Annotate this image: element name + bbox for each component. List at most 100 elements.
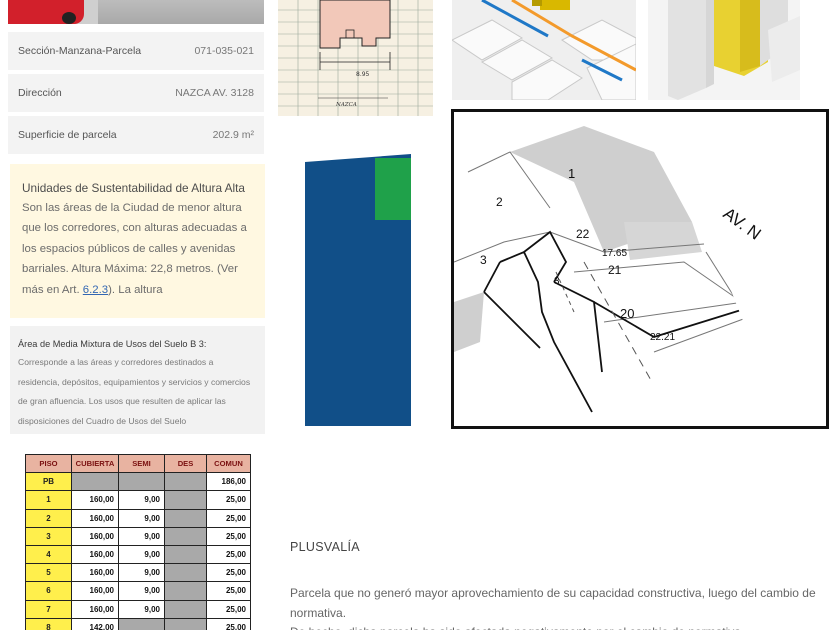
cell-semi: 9,00 — [118, 544, 165, 565]
cell-comun: 25,00 — [206, 490, 251, 510]
cell-piso: 4 — [25, 544, 72, 565]
cell-cubierta: 160,00 — [71, 563, 119, 583]
table-row: 2 160,00 9,00 25,00 — [25, 508, 251, 528]
car-wheel-image — [62, 12, 76, 24]
cell-cubierta — [71, 472, 119, 492]
lot-number: 3 — [480, 253, 487, 267]
cell-des — [164, 599, 207, 619]
3d-building-image — [648, 0, 800, 100]
table-row: 6 160,00 9,00 25,00 — [25, 581, 251, 601]
lot-number: 2 — [496, 195, 503, 209]
header-comun: COMUN — [206, 453, 251, 474]
header-semi: SEMI — [118, 453, 165, 474]
uses-card: Área de Media Mixtura de Usos del Suelo … — [10, 326, 265, 434]
zoning-card-text: Son las áreas de la Ciudad de menor altu… — [22, 202, 247, 296]
lot-number: 1 — [568, 166, 575, 181]
lot-number: 21 — [608, 263, 622, 277]
cell-comun: 25,00 — [206, 599, 251, 619]
plusvalia-text-continued: De hecho, dicha parcela ha sido afectada… — [290, 622, 820, 630]
article-link[interactable]: 6.2.3 — [83, 284, 108, 296]
zoning-card: Unidades de Sustentabilidad de Altura Al… — [10, 164, 265, 318]
uses-card-title: Área de Media Mixtura de Usos del Suelo … — [18, 339, 207, 349]
cell-cubierta: 142,00 — [71, 617, 119, 630]
cell-piso: 1 — [25, 490, 72, 510]
cell-semi: 9,00 — [118, 599, 165, 619]
plusvalia-title: PLUSVALÍA — [290, 540, 360, 554]
cell-des — [164, 490, 207, 510]
info-row-address: Dirección NAZCA AV. 3128 — [8, 74, 264, 112]
cell-des — [164, 581, 207, 601]
cell-des — [164, 617, 207, 630]
info-value: 071-035-021 — [194, 45, 254, 57]
cell-comun: 25,00 — [206, 563, 251, 583]
info-value: 202.9 m² — [212, 129, 254, 141]
cell-piso: 3 — [25, 526, 72, 546]
table-row: 1 160,00 9,00 25,00 — [25, 490, 251, 510]
cell-des — [164, 526, 207, 546]
table-row: 7 160,00 9,00 25,00 — [25, 599, 251, 619]
lot-number: 3 — [554, 276, 560, 287]
table-row: 8 142,00 25,00 — [25, 617, 251, 630]
cell-cubierta: 160,00 — [71, 599, 119, 619]
header-piso: PISO — [25, 453, 72, 474]
cell-comun: 25,00 — [206, 544, 251, 565]
cell-des — [164, 563, 207, 583]
header-des: DES — [164, 453, 207, 474]
street-photo — [8, 0, 264, 24]
cell-piso: 7 — [25, 599, 72, 619]
cell-semi: 9,00 — [118, 508, 165, 528]
info-value: NAZCA AV. 3128 — [175, 87, 254, 99]
table-row: 4 160,00 9,00 25,00 — [25, 544, 251, 565]
cell-comun: 25,00 — [206, 508, 251, 528]
zoning-card-tail: ). La altura — [108, 283, 163, 296]
cell-semi — [118, 472, 165, 492]
cell-des — [164, 544, 207, 565]
3d-map-image — [452, 0, 636, 100]
cell-cubierta: 160,00 — [71, 544, 119, 565]
table-row: 3 160,00 9,00 25,00 — [25, 526, 251, 546]
dimension-label: 22.21 — [650, 332, 675, 343]
info-row-smp: Sección-Manzana-Parcela 071-035-021 — [8, 32, 264, 70]
lot-number: 20 — [620, 306, 634, 321]
cell-comun: 25,00 — [206, 581, 251, 601]
table-row: PB 186,00 — [25, 472, 251, 492]
info-label: Superficie de parcela — [18, 129, 117, 141]
cell-comun: 186,00 — [206, 472, 251, 492]
scanned-plan-image: 8.95 NAZCA — [278, 0, 433, 116]
cell-des — [164, 508, 207, 528]
cell-piso: 2 — [25, 508, 72, 528]
table-header-row: PISO CUBIERTA SEMI DES COMUN — [25, 453, 251, 474]
info-label: Sección-Manzana-Parcela — [18, 45, 142, 57]
cell-cubierta: 160,00 — [71, 526, 119, 546]
cell-semi — [118, 617, 165, 630]
lot-number: 22 — [576, 227, 590, 241]
cell-cubierta: 160,00 — [71, 508, 119, 528]
cell-cubierta: 160,00 — [71, 581, 119, 601]
zoning-card-title: Unidades de Sustentabilidad de Altura Al… — [22, 181, 245, 195]
dimension-label: 17.65 — [602, 248, 627, 259]
cell-semi: 9,00 — [118, 563, 165, 583]
floor-area-table: PISO CUBIERTA SEMI DES COMUN PB 186,00 1… — [25, 453, 251, 630]
plan-street-label: NAZCA — [335, 102, 357, 108]
zoning-map-image — [305, 154, 411, 426]
zoning-card-body: Son las áreas de la Ciudad de menor altu… — [22, 198, 253, 300]
cell-piso: 8 — [25, 617, 72, 630]
facade-image — [98, 0, 264, 24]
cell-piso: 6 — [25, 581, 72, 601]
cell-comun: 25,00 — [206, 617, 251, 630]
cell-piso: PB — [25, 472, 72, 492]
plan-dimension: 8.95 — [356, 71, 370, 78]
uses-card-body: Corresponde a las áreas y corredores des… — [18, 357, 251, 426]
cell-semi: 9,00 — [118, 581, 165, 601]
info-label: Dirección — [18, 87, 62, 99]
table-row: 5 160,00 9,00 25,00 — [25, 563, 251, 583]
cell-des — [164, 472, 207, 492]
plusvalia-text: Parcela que no generó mayor aprovechamie… — [290, 586, 816, 620]
cell-comun: 25,00 — [206, 526, 251, 546]
cadastral-map-image: 1 2 22 3 21 3 20 17.65 22.21 AV. N — [451, 109, 829, 429]
cell-piso: 5 — [25, 563, 72, 583]
cell-cubierta: 160,00 — [71, 490, 119, 510]
header-cubierta: CUBIERTA — [71, 453, 119, 474]
info-row-area: Superficie de parcela 202.9 m² — [8, 116, 264, 154]
cell-semi: 9,00 — [118, 490, 165, 510]
